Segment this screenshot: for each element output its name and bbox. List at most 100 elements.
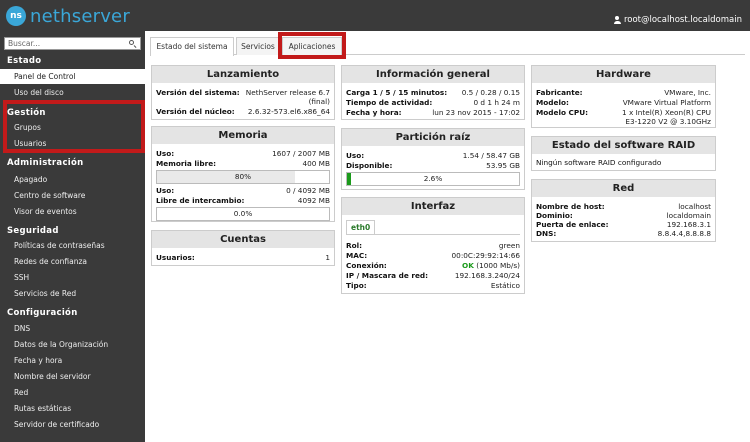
tab-estado-del-sistema[interactable]: Estado del sistema	[150, 37, 234, 56]
dns-value: 8.8.4.4,8.8.8.8	[657, 229, 711, 238]
sidebar-item-red[interactable]: Red	[0, 385, 145, 400]
row-swap-libre: Libre de intercambio: 4092 MB	[156, 196, 330, 206]
swap-progress-bar: 0.0%	[156, 207, 330, 221]
panel-raid: Estado del software RAID Ningún software…	[531, 136, 716, 171]
section-configuracion: Configuración	[7, 308, 78, 318]
tab-servicios[interactable]: Servicios	[236, 37, 280, 55]
row-tipo: Tipo: Estático	[346, 281, 520, 291]
section-estado: Estado	[7, 56, 42, 66]
ip-value: 192.168.3.240/24	[454, 271, 520, 280]
mem-uso-label: Uso:	[156, 149, 175, 158]
disk-disp-value: 53.95 GB	[486, 161, 520, 170]
memory-progress-label: 80%	[234, 172, 252, 181]
panel-title: Lanzamiento	[152, 66, 334, 83]
panel-title: Memoria	[152, 127, 334, 144]
sidebar-item-nombre-del-servidor[interactable]: Nombre del servidor	[0, 369, 145, 384]
tab-eth0[interactable]: eth0	[346, 220, 376, 234]
brand-name: nethserver	[30, 5, 130, 27]
user-icon	[613, 16, 621, 24]
user-menu[interactable]: root@localhost.localdomain	[613, 15, 742, 25]
mem-libre-label: Memoria libre:	[156, 159, 217, 168]
sidebar-item-servicios-de-red[interactable]: Servicios de Red	[0, 286, 145, 301]
tab-bar: Estado del sistema Servicios Aplicacione…	[150, 37, 745, 56]
panel-particion-raiz: Partición raíz Uso: 1.54 / 58.47 GB Disp…	[341, 128, 525, 190]
row-mem-uso: Uso: 1607 / 2007 MB	[156, 149, 330, 159]
raid-text: Ningún software RAID configurado	[536, 158, 662, 167]
sidebar-item-uso-del-disco[interactable]: Uso del disco	[0, 85, 145, 100]
panel-title: Información general	[342, 66, 524, 83]
kernel-label: Versión del núcleo:	[156, 107, 235, 116]
app-header: ns nethserver root@localhost.localdomain	[0, 0, 750, 31]
logo-mark-icon: ns	[6, 6, 26, 26]
disk-progress-bar: 2.6%	[346, 172, 520, 186]
sidebar: Buscar... Estado Panel de Control Uso de…	[0, 31, 145, 442]
fecha-value: lun 23 nov 2015 - 17:02	[432, 108, 520, 117]
sidebar-item-dns[interactable]: DNS	[0, 321, 145, 336]
panel-lanzamiento: Lanzamiento Versión del sistema: NethSer…	[151, 65, 335, 120]
disk-uso-label: Uso:	[346, 151, 365, 160]
sidebar-item-redes-de-confianza[interactable]: Redes de confianza	[0, 254, 145, 269]
row-disk-disponible: Disponible: 53.95 GB	[346, 161, 520, 171]
search-input[interactable]: Buscar...	[4, 37, 141, 50]
version-label: Versión del sistema:	[156, 88, 240, 97]
interfaz-body: eth0 Rol: green MAC: 00:0C:29:92:14:66 C…	[342, 216, 524, 295]
modelo-value: VMware Virtual Platform	[622, 98, 711, 107]
panel-title: Interfaz	[342, 198, 524, 215]
sidebar-item-servidor-de-certificado[interactable]: Servidor de certificado	[0, 417, 145, 432]
sidebar-item-ssh[interactable]: SSH	[0, 270, 145, 285]
conexion-status: OK	[462, 261, 474, 270]
panel-red: Red Nombre de host: localhost Dominio: l…	[531, 179, 716, 242]
row-disk-uso: Uso: 1.54 / 58.47 GB	[346, 151, 520, 161]
mac-label: MAC:	[346, 251, 368, 260]
conexion-value: OK (1000 Mb/s)	[462, 261, 520, 271]
version-value: NethServer release 6.7 (final)	[246, 88, 330, 106]
sidebar-item-datos-organizacion[interactable]: Datos de la Organización	[0, 337, 145, 352]
cpu-label: Modelo CPU:	[536, 108, 589, 117]
usuarios-label: Usuarios:	[156, 253, 195, 262]
search-icon[interactable]	[129, 40, 136, 47]
row-tiempo: Tiempo de actividad: 0 d 1 h 24 m	[346, 98, 520, 108]
panel-title: Red	[532, 180, 715, 197]
swap-libre-label: Libre de intercambio:	[156, 196, 245, 205]
search-placeholder: Buscar...	[8, 39, 41, 48]
conexion-speed: (1000 Mb/s)	[476, 261, 520, 270]
swap-libre-value: 4092 MB	[297, 196, 330, 205]
sidebar-item-fecha-y-hora[interactable]: Fecha y hora	[0, 353, 145, 368]
kernel-value: 2.6.32-573.el6.x86_64	[247, 107, 330, 116]
tipo-value: Estático	[490, 281, 520, 290]
row-modelo: Modelo: VMware Virtual Platform	[536, 98, 711, 108]
sidebar-item-panel-de-control[interactable]: Panel de Control	[0, 69, 145, 84]
sidebar-item-centro-de-software[interactable]: Centro de software	[0, 188, 145, 203]
row-fabricante: Fabricante: VMware, Inc.	[536, 88, 711, 98]
sidebar-item-politicas[interactable]: Políticas de contraseñas	[0, 238, 145, 253]
sidebar-item-apagado[interactable]: Apagado	[0, 172, 145, 187]
aplicaciones-highlight-box	[278, 32, 346, 59]
sidebar-item-rutas-estaticas[interactable]: Rutas estáticas	[0, 401, 145, 416]
row-kernel: Versión del núcleo: 2.6.32-573.el6.x86_6…	[156, 107, 330, 117]
dns-label: DNS:	[536, 229, 557, 238]
cpu-value-line2: E3-1220 V2 @ 3.10GHz	[625, 117, 711, 126]
rol-value: green	[498, 241, 520, 250]
row-rol: Rol: green	[346, 241, 520, 251]
panel-cuentas: Cuentas Usuarios: 1	[151, 230, 335, 266]
row-dns: DNS: 8.8.4.4,8.8.8.8	[536, 229, 711, 239]
section-administracion: Administración	[7, 158, 84, 168]
section-seguridad: Seguridad	[7, 226, 59, 236]
version-value-line1: NethServer release 6.7	[245, 88, 330, 97]
conexion-label: Conexión:	[346, 261, 387, 270]
modelo-label: Modelo:	[536, 98, 569, 107]
sidebar-item-visor-de-eventos[interactable]: Visor de eventos	[0, 204, 145, 219]
tiempo-value: 0 d 1 h 24 m	[473, 98, 520, 107]
carga-label: Carga 1 / 5 / 15 minutos:	[346, 88, 448, 97]
mem-libre-value: 400 MB	[302, 159, 330, 168]
fabricante-value: VMware, Inc.	[664, 88, 711, 97]
disk-progress-label: 2.6%	[423, 174, 443, 183]
cpu-value-line1: 1 x Intel(R) Xeon(R) CPU	[621, 108, 711, 117]
gestion-highlight-box	[3, 100, 145, 153]
row-carga: Carga 1 / 5 / 15 minutos: 0.5 / 0.28 / 0…	[346, 88, 520, 98]
rol-label: Rol:	[346, 241, 363, 250]
row-ip: IP / Mascara de red: 192.168.3.240/24	[346, 271, 520, 281]
nethserver-logo[interactable]: ns nethserver	[6, 5, 130, 27]
row-swap-uso: Uso: 0 / 4092 MB	[156, 186, 330, 196]
disk-disp-label: Disponible:	[346, 161, 393, 170]
